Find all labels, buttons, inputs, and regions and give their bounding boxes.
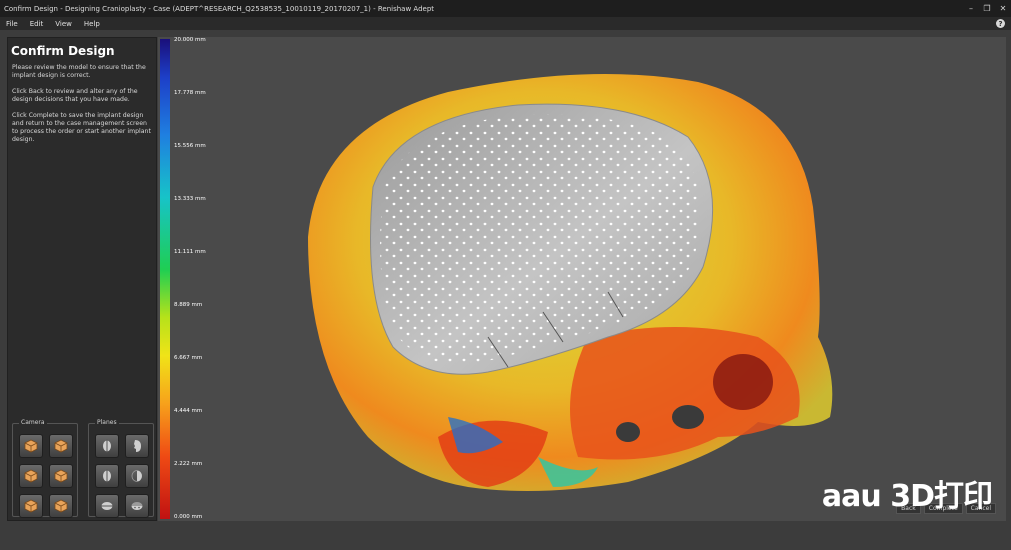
planes-label: Planes	[95, 419, 119, 426]
window-controls: – ❐ ✕	[963, 0, 1011, 17]
cube-icon	[24, 499, 38, 513]
menu-bar: File Edit View Help ?	[0, 17, 1011, 30]
3d-viewport[interactable]: 20.000 mm 17.778 mm 15.556 mm 13.333 mm …	[158, 37, 1006, 521]
cube-icon	[24, 439, 38, 453]
plane-coronal-alt-button[interactable]	[125, 464, 149, 488]
skull-model[interactable]	[158, 37, 1006, 521]
restore-button[interactable]: ❐	[979, 0, 995, 17]
instruction-complete: Click Complete to save the implant desig…	[12, 112, 151, 143]
camera-back-button[interactable]	[49, 434, 73, 458]
help-icon[interactable]: ?	[996, 19, 1005, 28]
plane-sagittal-alt-button[interactable]	[125, 434, 149, 458]
menu-edit[interactable]: Edit	[24, 20, 50, 28]
panel-title: Confirm Design	[11, 44, 115, 58]
instruction-back: Click Back to review and alter any of th…	[12, 88, 138, 103]
camera-top-button[interactable]	[19, 494, 43, 518]
plane-axial-button[interactable]	[95, 494, 119, 518]
orbit	[713, 354, 773, 410]
cube-icon	[54, 439, 68, 453]
planes-group: Planes	[88, 419, 154, 518]
camera-front-button[interactable]	[19, 434, 43, 458]
watermark-logo: aau 3D打印	[821, 479, 993, 514]
head-profile-icon	[134, 440, 141, 452]
left-panel: Confirm Design Please review the model t…	[7, 37, 157, 521]
head-plane-icon	[103, 439, 111, 453]
cube-icon	[24, 469, 38, 483]
menu-help[interactable]: Help	[78, 20, 106, 28]
minimize-button[interactable]: –	[963, 0, 979, 17]
camera-right-button[interactable]	[49, 464, 73, 488]
camera-left-button[interactable]	[19, 464, 43, 488]
instructions: Please review the model to ensure that t…	[8, 58, 156, 144]
plane-coronal-button[interactable]	[95, 464, 119, 488]
orbit	[672, 405, 704, 429]
head-plane-icon	[103, 469, 111, 483]
cube-icon	[54, 469, 68, 483]
camera-label: Camera	[19, 419, 47, 426]
window-title: Confirm Design - Designing Cranioplasty …	[4, 4, 435, 13]
menu-file[interactable]: File	[0, 20, 24, 28]
head-axial-icon	[100, 502, 114, 510]
plane-sagittal-button[interactable]	[95, 434, 119, 458]
instruction-review: Please review the model to ensure that t…	[12, 64, 146, 79]
camera-group: Camera	[12, 419, 78, 518]
cube-icon	[54, 499, 68, 513]
orbit	[616, 422, 640, 442]
camera-bottom-button[interactable]	[49, 494, 73, 518]
close-button[interactable]: ✕	[995, 0, 1011, 17]
head-axial-half-icon	[131, 502, 143, 510]
title-bar: Confirm Design - Designing Cranioplasty …	[0, 0, 1011, 17]
head-half-icon	[131, 470, 142, 482]
plane-axial-alt-button[interactable]	[125, 494, 149, 518]
menu-view[interactable]: View	[49, 20, 78, 28]
